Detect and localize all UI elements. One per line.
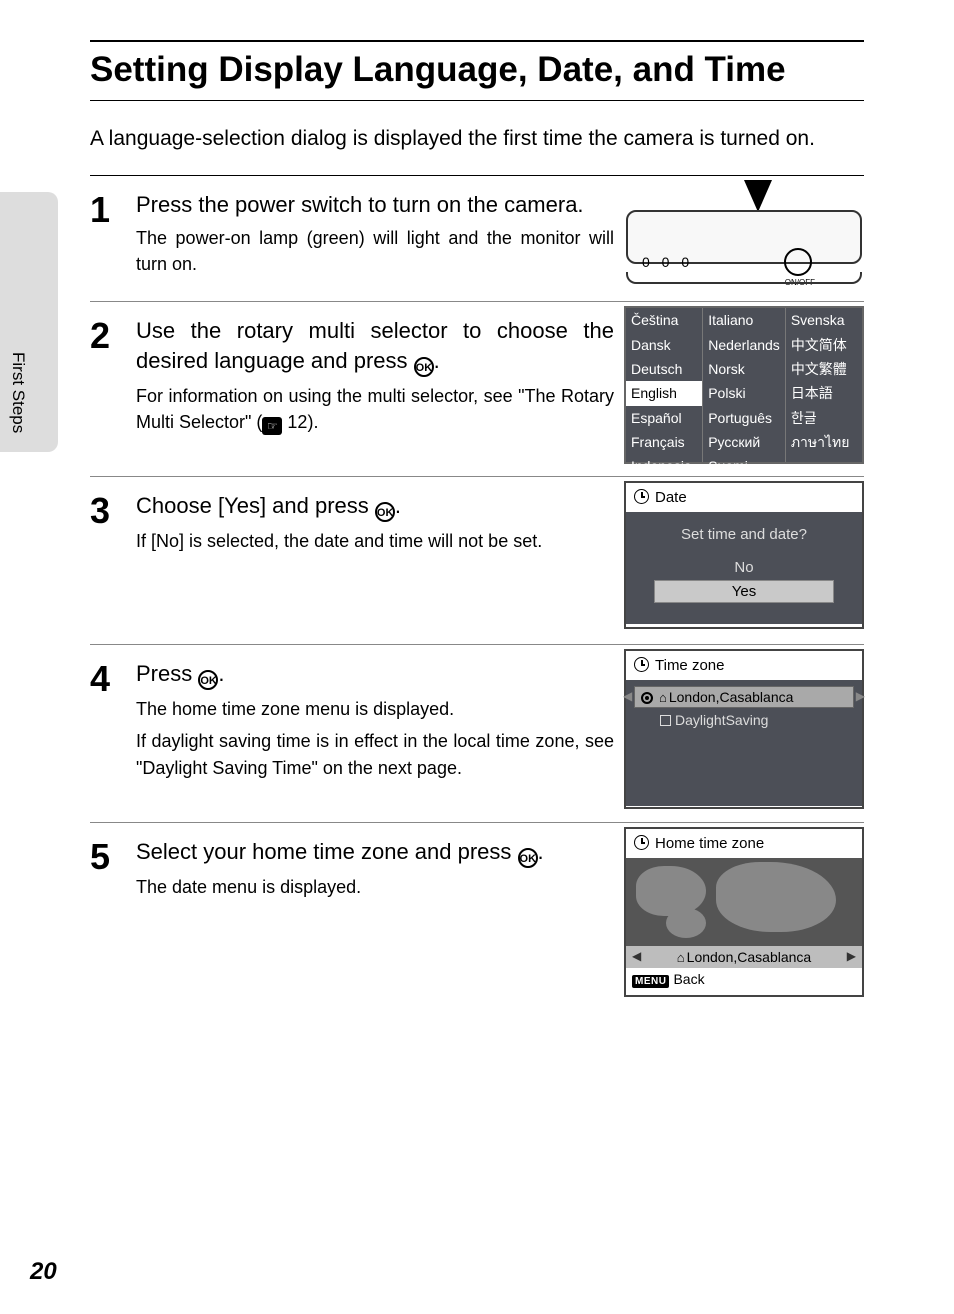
step-number: 4 <box>90 659 136 697</box>
menu-button-icon: MENU <box>632 975 669 988</box>
world-map-icon <box>626 858 862 946</box>
ok-icon: OK <box>518 848 538 868</box>
step-number: 5 <box>90 837 136 875</box>
dialog-header: Time zone <box>626 651 862 680</box>
lang-col-3: Svenska 中文简体 中文繁體 日本語 한글 ภาษาไทย <box>786 308 862 462</box>
step-3: 3 Choose [Yes] and press OK. If [No] is … <box>90 477 864 645</box>
page: Setting Display Language, Date, and Time… <box>0 0 954 1314</box>
step-number: 3 <box>90 491 136 529</box>
arrow-down-icon <box>744 180 772 212</box>
ok-icon: OK <box>198 670 218 690</box>
lang-col-2: Italiano Nederlands Norsk Polski Portugu… <box>703 308 786 462</box>
lang-item: Suomi <box>703 454 785 478</box>
lang-item: Português <box>703 406 785 430</box>
lang-item: Indonesia <box>626 454 702 478</box>
dialog-header: Date <box>626 483 862 512</box>
lang-item-selected: English <box>626 381 702 405</box>
step-desc: The power-on lamp (green) will light and… <box>136 225 614 277</box>
step-desc: For information on using the multi selec… <box>136 383 614 435</box>
clock-icon <box>634 835 649 850</box>
dialog-header: Home time zone <box>626 829 862 858</box>
step-heading: Press the power switch to turn on the ca… <box>136 190 614 220</box>
option-no: No <box>654 557 834 578</box>
step-5: 5 Select your home time zone and press O… <box>90 823 864 1008</box>
lang-item: Polski <box>703 381 785 405</box>
lang-item: 中文简体 <box>786 333 862 357</box>
frame-counter: 0 0 0 <box>642 254 693 270</box>
option-yes-selected: Yes <box>654 580 834 603</box>
ok-icon: OK <box>375 502 395 522</box>
figure-date-dialog: Date Set time and date? No Yes <box>624 481 864 629</box>
timezone-selected: ⌂London,Casablanca <box>626 946 862 968</box>
lang-item: Čeština <box>626 308 702 332</box>
radio-selected-icon <box>641 692 653 704</box>
step-number: 1 <box>90 190 136 228</box>
step-1: 1 Press the power switch to turn on the … <box>90 176 864 303</box>
ok-icon: OK <box>414 357 434 377</box>
lang-col-1: Čeština Dansk Deutsch English Español Fr… <box>626 308 703 462</box>
lang-item <box>786 454 862 458</box>
lang-item: Norsk <box>703 357 785 381</box>
camera-body-outline <box>626 272 862 284</box>
figure-timezone-dialog: Time zone ⌂London,Casablanca DaylightSav… <box>624 649 864 809</box>
step-heading: Choose [Yes] and press OK. <box>136 491 614 522</box>
lang-item: Nederlands <box>703 333 785 357</box>
step-4: 4 Press OK. The home time zone menu is d… <box>90 645 864 823</box>
back-row: MENUBack <box>626 968 862 991</box>
lang-item: 中文繁體 <box>786 357 862 381</box>
page-number: 20 <box>30 1258 57 1286</box>
lang-item: 한글 <box>786 406 862 430</box>
lang-item: Italiano <box>703 308 785 332</box>
figure-language-menu: Čeština Dansk Deutsch English Español Fr… <box>624 306 864 464</box>
step-desc: The date menu is displayed. <box>136 874 614 900</box>
step-number: 2 <box>90 316 136 354</box>
home-icon: ⌂ <box>677 950 685 965</box>
figure-home-timezone-dialog: Home time zone ⌂London,Casablanca MENUBa… <box>624 827 864 997</box>
steps-list: 1 Press the power switch to turn on the … <box>90 175 864 1009</box>
lang-item: Dansk <box>626 333 702 357</box>
home-icon: ⌂ <box>659 690 667 705</box>
camera-top-outline: 0 0 0 ON/OFF <box>626 210 862 264</box>
lang-item: Svenska <box>786 308 862 332</box>
title-bar: Setting Display Language, Date, and Time <box>90 40 864 101</box>
step-desc: If [No] is selected, the date and time w… <box>136 528 614 554</box>
step-2: 2 Use the rotary multi selector to choos… <box>90 302 864 477</box>
clock-icon <box>634 489 649 504</box>
step-heading: Select your home time zone and press OK. <box>136 837 614 868</box>
dialog-question: Set time and date? <box>626 512 862 555</box>
lang-item: Español <box>626 406 702 430</box>
timezone-row-selected: ⌂London,Casablanca <box>634 686 854 708</box>
step-heading: Use the rotary multi selector to choose … <box>136 316 614 377</box>
page-title: Setting Display Language, Date, and Time <box>90 50 864 101</box>
intro-text: A language-selection dialog is displayed… <box>90 123 864 155</box>
clock-icon <box>634 657 649 672</box>
lang-item: Русский <box>703 430 785 454</box>
lang-item: 日本語 <box>786 381 862 405</box>
daylight-row: DaylightSaving <box>634 710 854 730</box>
page-ref-icon: ☞ <box>262 417 282 435</box>
lang-item: ภาษาไทย <box>786 430 862 454</box>
step-desc: The home time zone menu is displayed. If… <box>136 696 614 780</box>
step-heading: Press OK. <box>136 659 614 690</box>
figure-camera-top: 0 0 0 ON/OFF <box>624 180 864 290</box>
checkbox-empty-icon <box>660 715 671 726</box>
lang-item: Français <box>626 430 702 454</box>
lang-item: Deutsch <box>626 357 702 381</box>
